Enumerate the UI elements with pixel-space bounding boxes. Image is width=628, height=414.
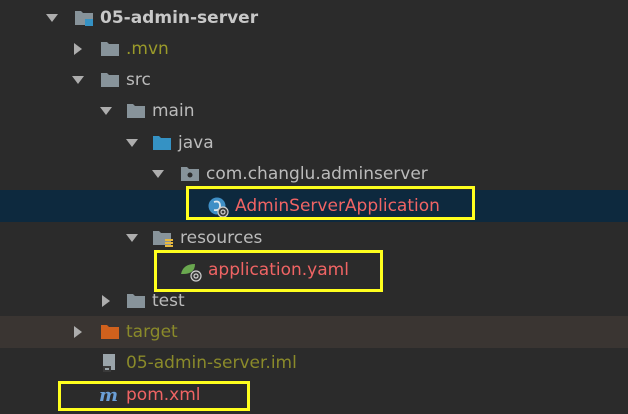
- excluded-folder-icon: [100, 323, 120, 341]
- resources-folder-icon: [152, 229, 173, 247]
- chevron-right-icon[interactable]: [70, 41, 86, 57]
- tree-row-root[interactable]: 05-admin-server: [0, 2, 628, 34]
- tree-row-java[interactable]: java: [0, 127, 628, 159]
- tree-label-app-class: AdminServerApplication: [235, 196, 440, 216]
- chevron-down-icon[interactable]: [150, 166, 166, 182]
- tree-row-package[interactable]: com.changlu.adminserver: [0, 158, 628, 190]
- tree-row-pom[interactable]: m pom.xml: [0, 379, 628, 411]
- tree-label-src: src: [126, 70, 151, 90]
- chevron-down-icon[interactable]: [124, 135, 140, 151]
- chevron-down-icon[interactable]: [98, 103, 114, 119]
- tree-label-test: test: [152, 291, 185, 311]
- folder-icon: [126, 292, 146, 310]
- iml-file-icon: [100, 353, 120, 372]
- tree-label-resources: resources: [180, 228, 263, 248]
- source-folder-icon: [152, 134, 172, 152]
- tree-label-package: com.changlu.adminserver: [206, 164, 428, 184]
- tree-label-iml: 05-admin-server.iml: [126, 353, 297, 373]
- package-icon: [180, 165, 200, 183]
- tree-row-test[interactable]: test: [0, 285, 628, 317]
- chevron-right-icon[interactable]: [70, 324, 86, 340]
- svg-text:m: m: [99, 385, 118, 405]
- tree-row-app-yaml[interactable]: application.yaml: [0, 254, 628, 286]
- module-folder-icon: [74, 9, 94, 27]
- chevron-down-icon[interactable]: [124, 230, 140, 246]
- spring-boot-class-icon: [207, 196, 229, 218]
- folder-icon: [126, 102, 146, 120]
- tree-label-target: target: [126, 322, 178, 342]
- project-tree: 05-admin-server .mvn src main java com.c…: [0, 0, 628, 414]
- tree-row-iml[interactable]: 05-admin-server.iml: [0, 347, 628, 379]
- folder-icon: [100, 40, 120, 58]
- tree-row-mvn[interactable]: .mvn: [0, 33, 628, 65]
- folder-icon: [100, 71, 120, 89]
- chevron-right-icon[interactable]: [98, 293, 114, 309]
- chevron-down-icon[interactable]: [44, 10, 60, 26]
- tree-label-pom: pom.xml: [126, 385, 201, 405]
- spring-yaml-icon: [179, 260, 203, 282]
- tree-label-root: 05-admin-server: [100, 8, 259, 28]
- tree-row-app-class[interactable]: AdminServerApplication: [0, 190, 628, 222]
- tree-row-src[interactable]: src: [0, 64, 628, 96]
- tree-label-main: main: [152, 101, 195, 121]
- chevron-down-icon[interactable]: [70, 72, 86, 88]
- tree-label-java: java: [178, 133, 214, 153]
- maven-icon: m: [98, 385, 122, 405]
- tree-row-target[interactable]: target: [0, 316, 628, 348]
- tree-row-main[interactable]: main: [0, 95, 628, 127]
- tree-label-app-yaml: application.yaml: [208, 260, 349, 280]
- tree-label-mvn: .mvn: [126, 39, 169, 59]
- tree-row-resources[interactable]: resources: [0, 222, 628, 254]
